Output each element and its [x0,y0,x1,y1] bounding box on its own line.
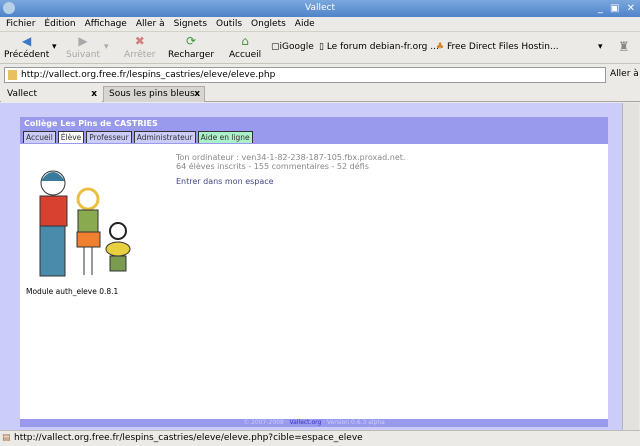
url-input[interactable]: http://vallect.org.free.fr/lespins_castr… [4,67,606,83]
go-button[interactable]: Aller à [610,69,639,79]
tab-vallect[interactable]: Vallect x [1,86,102,102]
menu-affichage[interactable]: Affichage [85,17,127,31]
site-stats: 64 élèves inscrits - 155 commentaires - … [176,162,369,171]
site-footer: © 2007-2008 · Vallect.org · Version 0.6.… [20,419,608,427]
forward-label: Suivant [66,50,100,60]
bookmark-debian-forum[interactable]: ▯ Le forum debian-fr.org ... [319,42,439,52]
tab-sous-les-pins[interactable]: Sous les pins bleus x [103,86,205,102]
stop-button[interactable]: ✖ Arrêter [124,34,156,61]
page-container: Collège Les Pins de CASTRIES Accueil Élè… [20,117,608,427]
title-bar: Vallect _ ▣ ✕ [0,0,640,17]
tab-label: Vallect [7,89,37,99]
footer-version: · Version 0.6.3 alpha [323,419,385,426]
bookmark-label: Free Direct Files Hostin... [446,42,559,52]
footer-site-link[interactable]: Vallect.org [290,419,322,426]
computer-name: Ton ordinateur : ven34-1-82-238-187-105.… [176,153,406,162]
back-arrow-icon: ◀ [22,34,32,48]
home-label: Accueil [229,50,262,60]
link-icon: ▤ [2,433,11,443]
reload-label: Recharger [168,50,215,60]
tab-bar: Vallect x Sous les pins bleus x [0,85,640,102]
menu-aide[interactable]: Aide [295,17,315,31]
vertical-scrollbar[interactable] [622,103,639,430]
back-button[interactable]: ◀ Précédent [4,34,50,61]
window-title: Vallect [305,3,335,13]
home-button[interactable]: ⌂ Accueil [229,34,262,61]
site-nav: Accueil Élève Professeur Administrateur … [23,131,253,143]
bookmark-icon: ♣ [436,42,447,52]
menu-signets[interactable]: Signets [174,17,207,31]
back-label: Précédent [4,50,50,60]
close-tab-icon[interactable]: x [91,87,97,102]
google-icon: ▢ [271,42,280,52]
nav-eleve[interactable]: Élève [57,131,85,143]
status-bar: ▤ http://vallect.org.free.fr/lespins_cast… [0,430,640,446]
favicon-icon [8,70,17,80]
menu-edition[interactable]: Édition [44,17,75,31]
computer-info: Ton ordinateur : ven34-1-82-238-187-105.… [176,153,405,171]
menu-aller[interactable]: Aller à [136,17,165,31]
menu-onglets[interactable]: Onglets [251,17,286,31]
nav-administrateur[interactable]: Administrateur [133,131,196,143]
forward-arrow-icon: ▶ [78,34,88,48]
copyright: © 2007-2008 · [243,419,288,426]
window-buttons[interactable]: _ ▣ ✕ [598,0,637,17]
stop-icon: ✖ [134,34,145,48]
bookmark-label: iGoogle [279,42,314,52]
navigation-toolbar: ◀ Précédent ▾ ▶ Suivant ▾ ✖ Arrêter ⟳ Rechar… [0,31,640,64]
nav-accueil[interactable]: Accueil [23,131,56,143]
bookmark-label: Le forum debian-fr.org ... [326,42,439,52]
menu-bar: Fichier Édition Affichage Aller à Signet… [0,17,640,31]
status-text: http://vallect.org.free.fr/lespins_castr… [14,433,363,443]
menu-fichier[interactable]: Fichier [6,17,35,31]
url-text: http://vallect.org.free.fr/lespins_castr… [21,70,276,80]
app-icon[interactable] [3,2,15,14]
menu-outils[interactable]: Outils [216,17,242,31]
forward-button[interactable]: ▶ Suivant [66,34,100,61]
bookmarks-overflow-icon[interactable]: ▾ [598,42,603,52]
forward-dropdown-icon[interactable]: ▾ [104,42,109,52]
home-icon: ⌂ [241,34,249,48]
site-header: Collège Les Pins de CASTRIES Accueil Élè… [20,117,608,144]
stop-label: Arrêter [124,50,156,60]
enter-space-link[interactable]: Entrer dans mon espace [176,177,274,186]
bookmark-free-files[interactable]: ♣ Free Direct Files Hostin... [436,42,559,52]
site-title: Collège Les Pins de CASTRIES [24,119,158,128]
bookmark-igoogle[interactable]: ▢iGoogle [271,42,314,52]
tab-label: Sous les pins bleus [109,89,195,99]
reload-button[interactable]: ⟳ Recharger [168,34,215,61]
children-illustration [39,170,131,277]
close-tab-icon[interactable]: x [194,87,200,102]
module-version: Module auth_eleve 0.8.1 [26,287,119,296]
reload-icon: ⟳ [185,34,197,48]
book-icon: ▯ [319,42,327,52]
throbber-icon: ♜ [618,40,630,55]
back-dropdown-icon[interactable]: ▾ [52,42,57,52]
nav-aide[interactable]: Aide en ligne [197,131,253,143]
page-viewport: Collège Les Pins de CASTRIES Accueil Élè… [0,103,622,430]
nav-professeur[interactable]: Professeur [86,131,132,143]
